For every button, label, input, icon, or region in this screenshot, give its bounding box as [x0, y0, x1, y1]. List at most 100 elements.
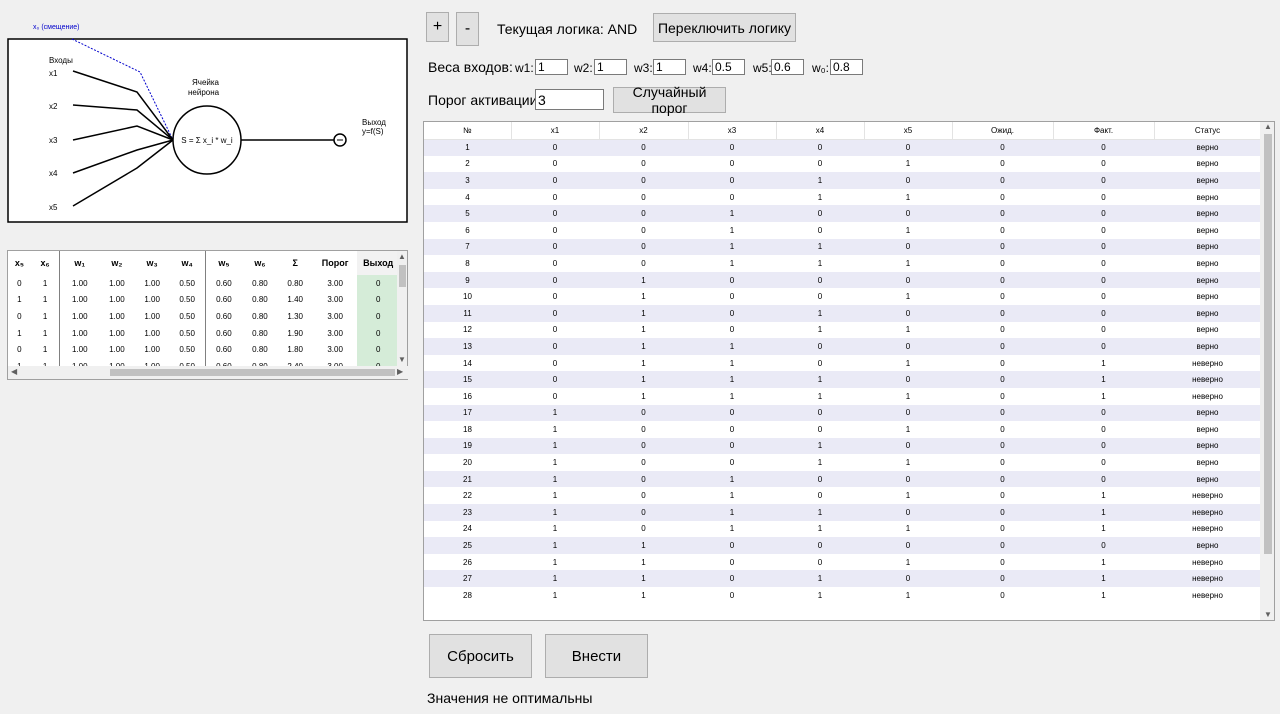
table-row[interactable]: 17 1 0 0 0 0 0 0 верно	[424, 404, 1261, 422]
col-header[interactable]: w₁	[59, 251, 100, 275]
col-header-num[interactable]: №	[424, 122, 512, 140]
table-row[interactable]: 2 0 0 0 0 1 0 0 верно	[424, 155, 1261, 173]
table-cell: 1	[641, 308, 646, 318]
vscroll-thumb[interactable]	[399, 265, 406, 287]
scroll-up-icon[interactable]: ▲	[398, 252, 406, 262]
col-header-actual[interactable]: Факт.	[1053, 122, 1155, 140]
table-row[interactable]: 0 1 1.00 1.00 1.00 0.50 0.60 0.80 1.80 3.00 0	[8, 341, 399, 358]
random-threshold-button[interactable]: Случайный порог	[613, 84, 726, 116]
truth-table-vscroll[interactable]: ▲ ▼	[1260, 122, 1274, 620]
table-cell: 0	[729, 143, 735, 153]
weights-table-vscroll[interactable]: ▲ ▼	[397, 251, 407, 367]
table-row[interactable]: 21 1 0 1 0 0 0 0 верно	[424, 470, 1261, 488]
table-row[interactable]: 0 1 1.00 1.00 1.00 0.50 0.60 0.80 0.80 3.00 0	[8, 275, 399, 292]
col-header[interactable]: x₆	[30, 251, 60, 275]
col-header-x2[interactable]: x2	[599, 122, 689, 140]
table-cell: 0	[1000, 292, 1005, 302]
scroll-left-icon[interactable]: ◀	[11, 367, 17, 377]
table-row[interactable]: 7 0 0 1 1 0 0 0 верно	[424, 238, 1261, 256]
table-row[interactable]: 5 0 0 1 0 0 0 0 верно	[424, 205, 1261, 222]
table-cell: 22	[463, 491, 472, 501]
table-row[interactable]: 3 0 0 0 1 0 0 0 верно	[424, 172, 1261, 189]
table-row[interactable]: 28 1 1 0 1 1 0 1 неверно	[424, 587, 1261, 604]
add-input-button[interactable]: +	[426, 12, 449, 42]
table-cell: 0	[729, 159, 735, 169]
table-cell: 1	[817, 441, 823, 451]
table-row[interactable]: 24 1 0 1 1 1 0 1 неверно	[424, 520, 1261, 538]
table-cell: 0	[552, 308, 558, 318]
threshold-input[interactable]	[535, 89, 604, 110]
table-cell: 0	[729, 408, 735, 418]
table-row[interactable]: 23 1 0 1 1 0 0 1 неверно	[424, 504, 1261, 521]
col-header-x3[interactable]: x3	[688, 122, 777, 140]
col-header[interactable]: Выход	[357, 251, 399, 275]
table-cell: 1	[1101, 507, 1106, 517]
table-row[interactable]: 22 1 0 1 0 1 0 1 неверно	[424, 487, 1261, 505]
col-header[interactable]: w₆	[242, 251, 278, 275]
table-row[interactable]: 1 0 0 0 0 0 0 0 верно	[424, 139, 1261, 156]
table-row[interactable]: 8 0 0 1 1 1 0 0 верно	[424, 255, 1261, 272]
table-row[interactable]: 1 1 1.00 1.00 1.00 0.50 0.60 0.80 1.90 3.00 0	[8, 324, 399, 342]
weight-input-w4[interactable]	[712, 59, 745, 75]
col-header-expected[interactable]: Ожид.	[952, 122, 1054, 140]
table-cell: 0	[17, 345, 22, 355]
table-row[interactable]: 13 0 1 1 0 0 0 0 верно	[424, 338, 1261, 355]
table-row[interactable]: 10 0 1 0 0 1 0 0 верно	[424, 288, 1261, 305]
table-cell: 0	[641, 242, 646, 252]
table-row[interactable]: 26 1 1 0 0 1 0 1 неверно	[424, 553, 1261, 571]
table-cell: 1.00	[144, 295, 160, 305]
weights-table-hscroll[interactable]: ◀ ▶	[8, 366, 409, 379]
col-header-x1[interactable]: x1	[511, 122, 600, 140]
table-row[interactable]: 16 0 1 1 1 1 0 1 неверно	[424, 387, 1261, 405]
reset-button[interactable]: Сбросить	[429, 634, 532, 678]
table-row[interactable]: 14 0 1 1 0 1 0 1 неверно	[424, 354, 1261, 372]
table-cell: 0	[641, 524, 646, 534]
table-row[interactable]: 0 1 1.00 1.00 1.00 0.50 0.60 0.80 1.30 3.00 0	[8, 308, 399, 325]
table-cell: 16	[463, 391, 472, 401]
col-header[interactable]: Порог	[312, 251, 358, 275]
table-cell: 0.80	[287, 278, 303, 288]
hscroll-thumb[interactable]	[110, 369, 395, 376]
col-header[interactable]: w₂	[99, 251, 135, 275]
input-label-x5: x5	[49, 203, 58, 212]
table-row[interactable]: 20 1 0 0 1 1 0 0 верно	[424, 454, 1261, 471]
table-row[interactable]: 9 0 1 0 0 0 0 0 верно	[424, 271, 1261, 289]
table-cell: 1	[42, 311, 48, 321]
col-header[interactable]: w₃	[134, 251, 170, 275]
vscroll-thumb[interactable]	[1264, 134, 1272, 554]
scroll-down-icon[interactable]: ▼	[1264, 610, 1272, 620]
table-row[interactable]: 15 0 1 1 1 0 0 1 неверно	[424, 371, 1261, 388]
status-cell: неверно	[1192, 391, 1223, 401]
col-header-x5[interactable]: x5	[864, 122, 953, 140]
weight-input-w1[interactable]	[535, 59, 568, 75]
table-row[interactable]: 1 1 1.00 1.00 1.00 0.50 0.60 0.80 1.40 3.00 0	[8, 291, 399, 309]
scroll-up-icon[interactable]: ▲	[1264, 122, 1272, 132]
col-header[interactable]: x₅	[8, 251, 31, 275]
weight-input-w2[interactable]	[594, 59, 627, 75]
weight-input-w5[interactable]	[771, 59, 804, 75]
table-cell: 1	[552, 557, 558, 567]
table-row[interactable]: 6 0 0 1 0 1 0 0 верно	[424, 221, 1261, 239]
table-cell: 0	[1000, 524, 1005, 534]
col-header[interactable]: w₄	[169, 251, 205, 275]
col-header-x4[interactable]: x4	[776, 122, 865, 140]
table-row[interactable]: 12 0 1 0 1 1 0 0 верно	[424, 321, 1261, 339]
table-row[interactable]: 11 0 1 0 1 0 0 0 верно	[424, 304, 1261, 322]
col-header-status[interactable]: Статус	[1154, 122, 1262, 140]
weight-input-w3[interactable]	[653, 59, 686, 75]
table-row[interactable]: 27 1 1 0 1 0 0 1 неверно	[424, 570, 1261, 588]
table-cell: 1	[729, 225, 735, 235]
weight-input-w0[interactable]	[830, 59, 863, 75]
apply-button[interactable]: Внести	[545, 634, 648, 678]
table-row[interactable]: 18 1 0 0 0 1 0 0 верно	[424, 421, 1261, 438]
remove-input-button[interactable]: -	[456, 12, 479, 46]
table-cell: 0	[1101, 341, 1106, 351]
scroll-right-icon[interactable]: ▶	[397, 367, 403, 377]
table-row[interactable]: 25 1 1 0 0 0 0 0 верно	[424, 537, 1261, 554]
table-row[interactable]: 19 1 0 0 1 0 0 0 верно	[424, 437, 1261, 455]
switch-logic-button[interactable]: Переключить логику	[653, 13, 796, 42]
table-row[interactable]: 4 0 0 0 1 1 0 0 верно	[424, 188, 1261, 206]
scroll-down-icon[interactable]: ▼	[398, 355, 406, 365]
col-header[interactable]: w₅	[204, 251, 243, 275]
col-header[interactable]: Σ	[277, 251, 313, 275]
